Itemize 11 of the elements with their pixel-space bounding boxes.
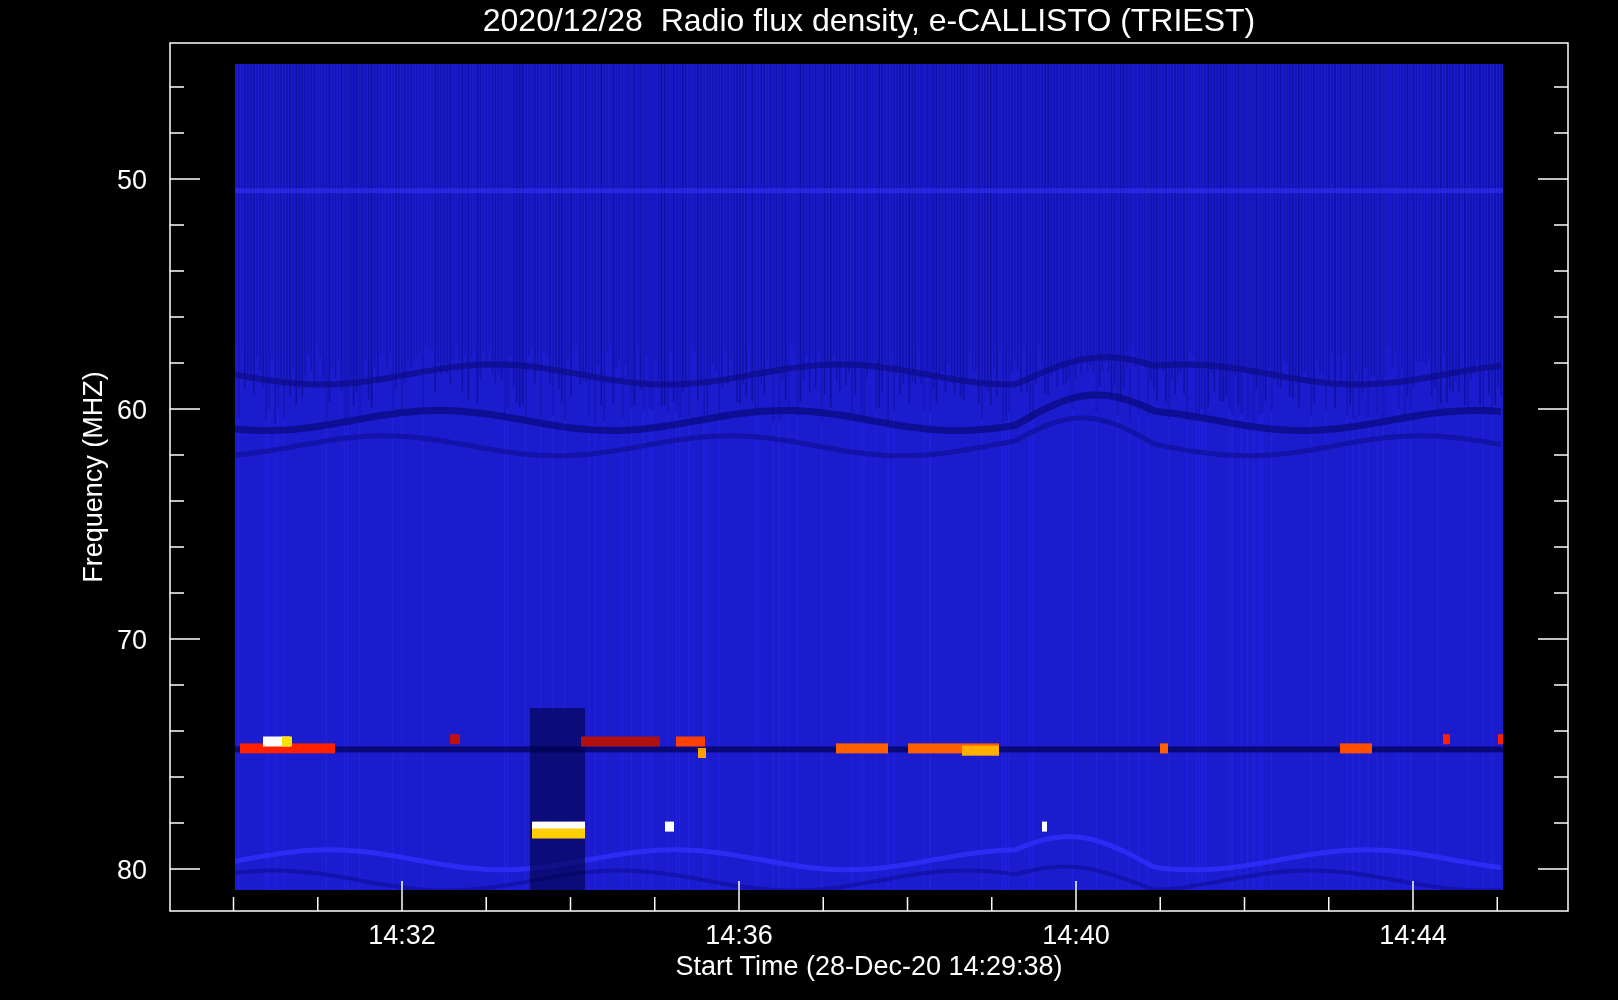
x-axis-label: Start Time (28-Dec-20 14:29:38) (675, 951, 1063, 981)
y-tick-label: 50 (116, 165, 147, 195)
x-tick-label: 14:44 (1379, 920, 1447, 950)
y-tick-label: 80 (116, 855, 147, 885)
y-tick-label: 70 (116, 625, 147, 655)
y-tick-label: 60 (116, 395, 147, 425)
y-axis-label: Frequency (MHZ) (78, 371, 108, 583)
x-tick-label: 14:32 (368, 920, 436, 950)
plot-title: 2020/12/28 Radio flux density, e-CALLISTO (TRIEST) (482, 2, 1256, 38)
x-tick-label: 14:36 (705, 920, 773, 950)
x-tick-label: 14:40 (1042, 920, 1110, 950)
